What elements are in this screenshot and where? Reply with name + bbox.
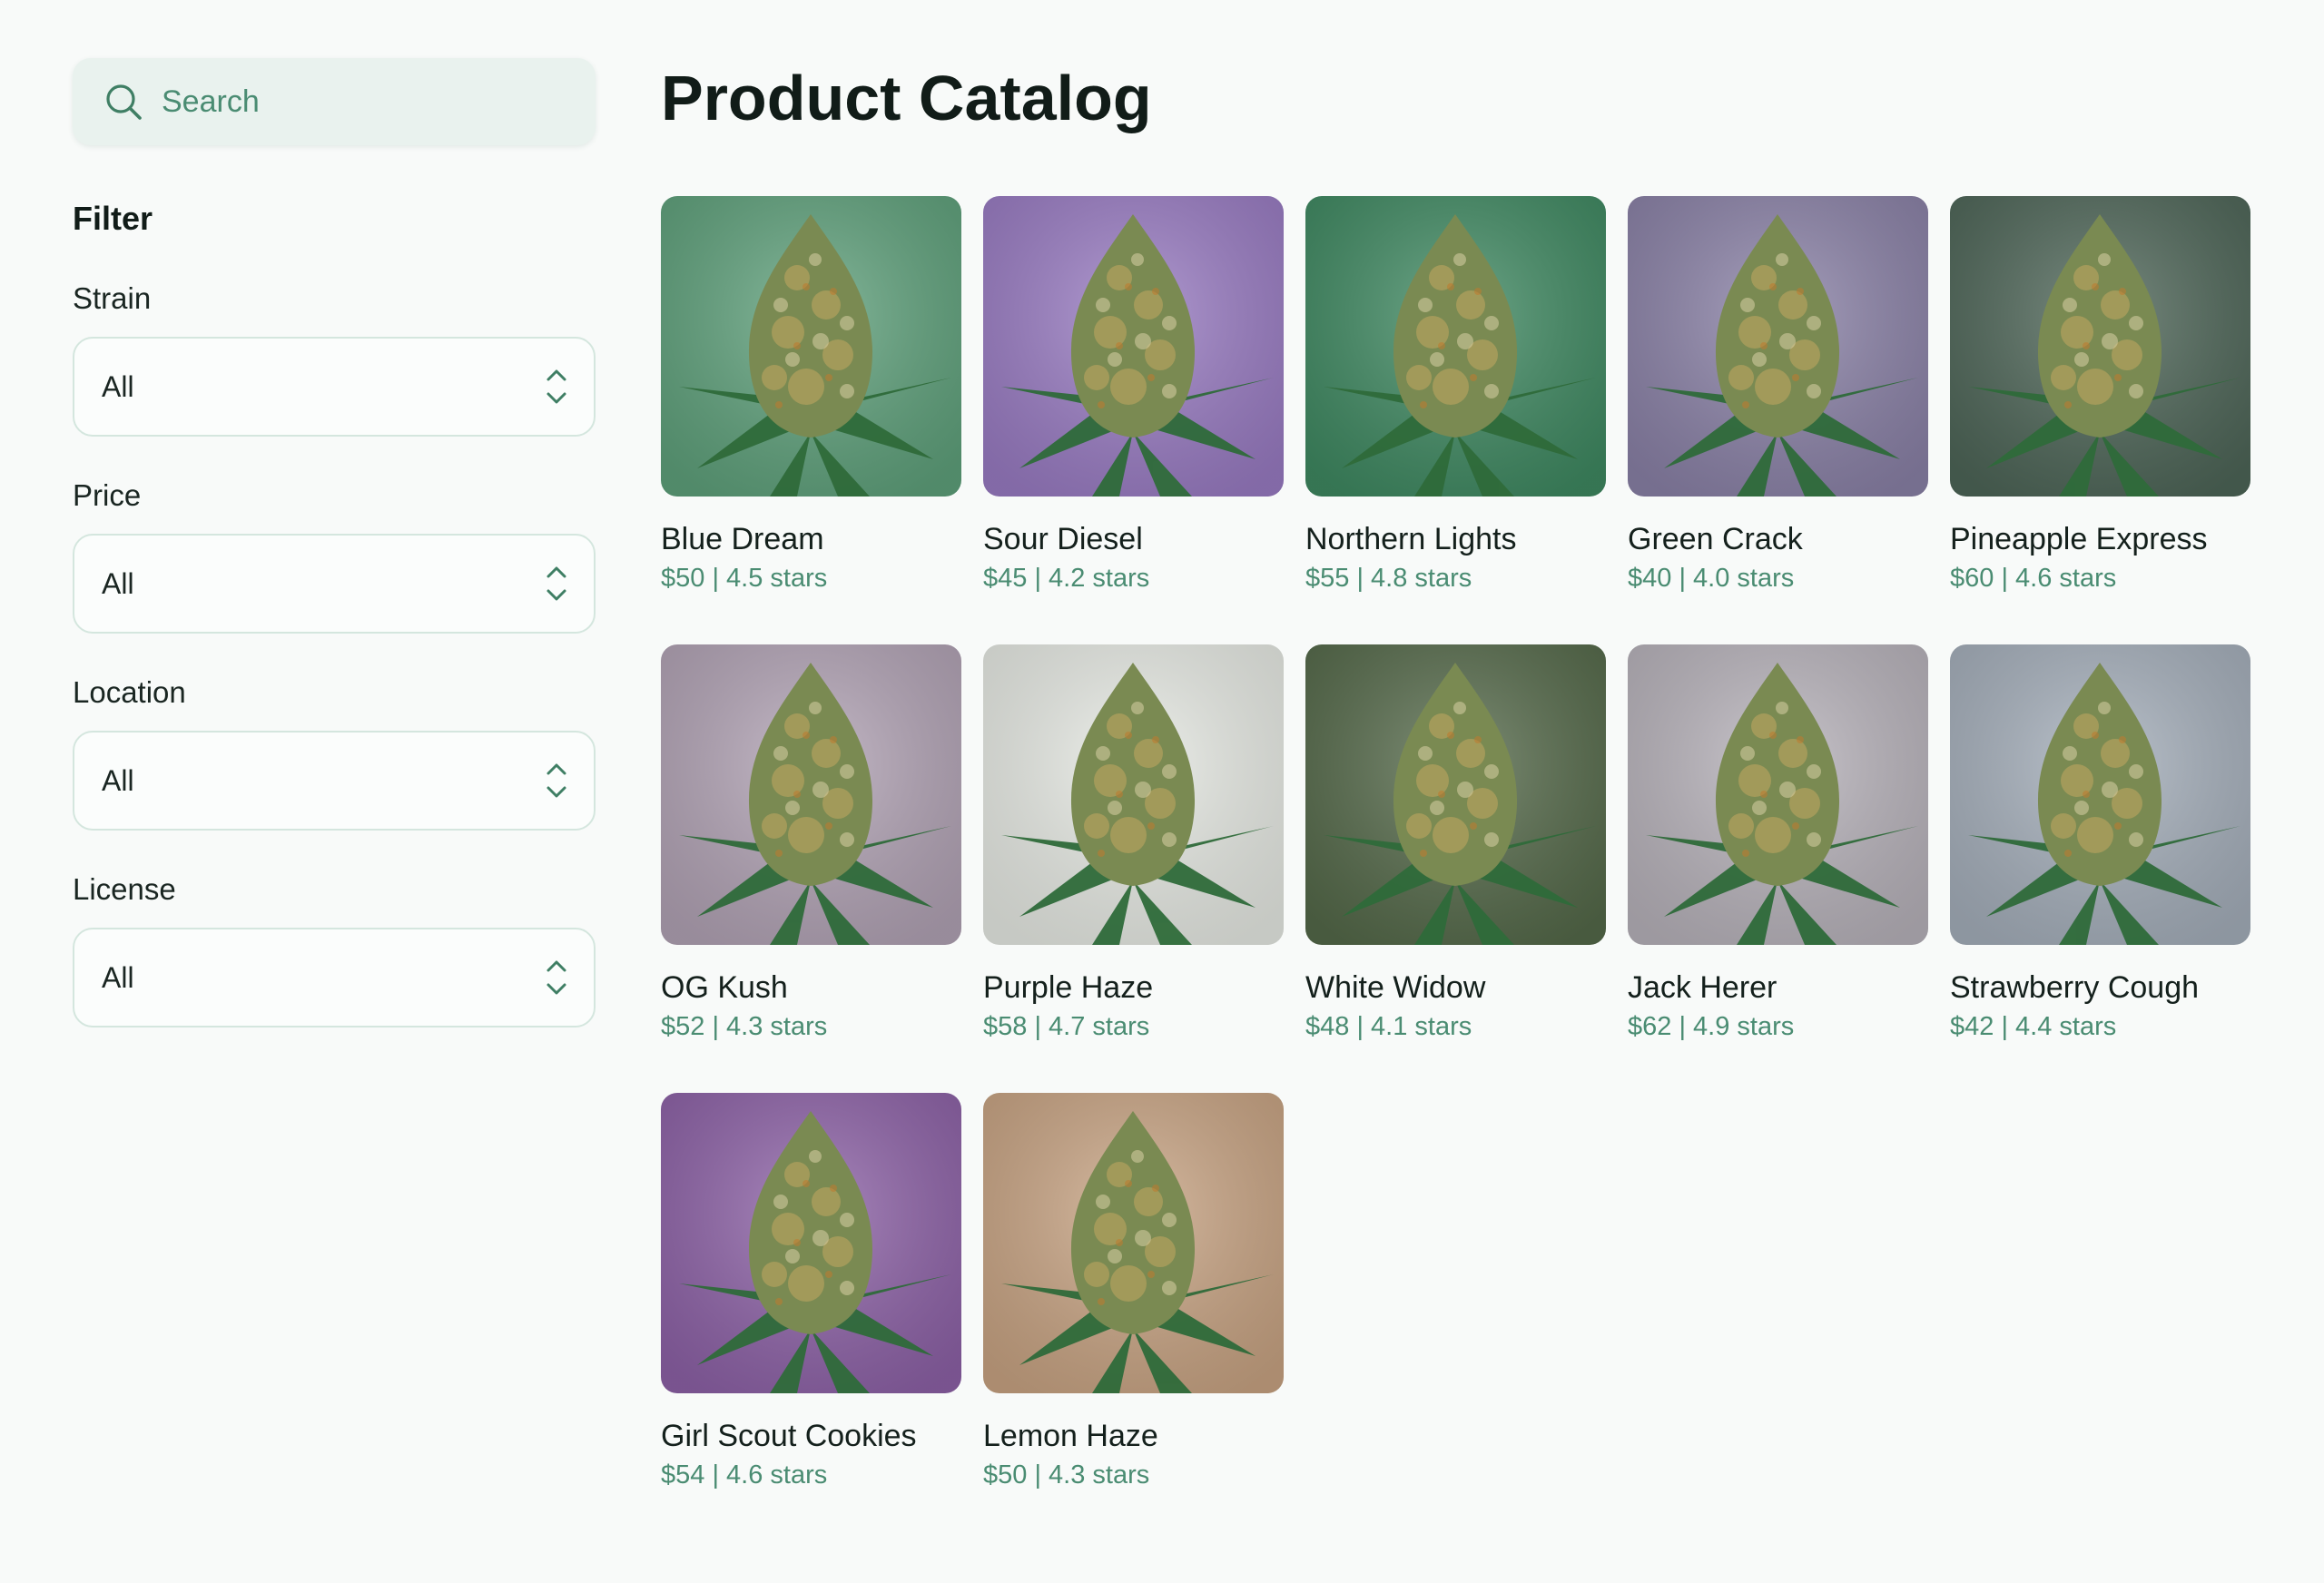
filter-label: Price — [73, 478, 142, 512]
product-name[interactable]: Girl Scout Cookies — [661, 1421, 961, 1451]
product-card[interactable]: Northern Lights $55 | 4.8 stars — [1305, 196, 1606, 644]
product-name[interactable]: Blue Dream — [661, 524, 961, 555]
product-name[interactable]: Lemon Haze — [983, 1421, 1284, 1451]
product-price-rating: $55 | 4.8 stars — [1305, 564, 1472, 593]
plant-illustration — [661, 196, 961, 497]
product-grid: Blue Dream $50 | 4.5 stars Sour Diesel $… — [661, 196, 2250, 1541]
select-value: All — [102, 369, 134, 403]
sidebar: Search Filter Strain All Price All Locat… — [73, 58, 596, 1027]
plant-illustration — [661, 644, 961, 945]
product-name[interactable]: Strawberry Cough — [1950, 972, 2250, 1003]
product-name[interactable]: Purple Haze — [983, 972, 1284, 1003]
product-image[interactable] — [1950, 196, 2250, 497]
filter-group-price: Price All — [73, 480, 596, 634]
product-image[interactable] — [661, 196, 961, 497]
product-price-rating: $40 | 4.0 stars — [1628, 564, 1795, 593]
product-price-rating: $60 | 4.6 stars — [1950, 564, 2117, 593]
product-image[interactable] — [1305, 644, 1606, 945]
product-image[interactable] — [661, 644, 961, 945]
product-price-rating: $58 | 4.7 stars — [983, 1012, 1150, 1041]
plant-illustration — [1628, 644, 1928, 945]
product-card[interactable]: Green Crack $40 | 4.0 stars — [1628, 196, 1928, 644]
location-select[interactable]: All — [73, 731, 596, 831]
filter-label: Strain — [73, 281, 152, 315]
product-name[interactable]: Jack Herer — [1628, 972, 1928, 1003]
product-name[interactable]: Sour Diesel — [983, 524, 1284, 555]
product-image[interactable] — [661, 1093, 961, 1393]
product-card[interactable]: Strawberry Cough $42 | 4.4 stars — [1950, 644, 2250, 1093]
page-title: Product Catalog — [661, 63, 1152, 133]
product-price-rating: $48 | 4.1 stars — [1305, 1012, 1472, 1041]
plant-illustration — [661, 1093, 961, 1393]
product-card[interactable]: Pineapple Express $60 | 4.6 stars — [1950, 196, 2250, 644]
product-price-rating: $50 | 4.3 stars — [983, 1460, 1150, 1490]
select-arrows-icon — [547, 960, 566, 995]
product-price-rating: $54 | 4.6 stars — [661, 1460, 828, 1490]
search-placeholder: Search — [162, 84, 260, 119]
select-arrows-icon — [547, 369, 566, 404]
select-value: All — [102, 566, 134, 600]
product-card[interactable]: Blue Dream $50 | 4.5 stars — [661, 196, 961, 644]
search-icon — [106, 84, 142, 120]
product-image[interactable] — [1628, 196, 1928, 497]
product-image[interactable] — [983, 1093, 1284, 1393]
product-price-rating: $62 | 4.9 stars — [1628, 1012, 1795, 1041]
plant-illustration — [1950, 644, 2250, 945]
select-arrows-icon — [547, 566, 566, 601]
plant-illustration — [1950, 196, 2250, 497]
product-card[interactable]: Girl Scout Cookies $54 | 4.6 stars — [661, 1093, 961, 1541]
strain-select[interactable]: All — [73, 337, 596, 437]
plant-illustration — [1628, 196, 1928, 497]
product-price-rating: $45 | 4.2 stars — [983, 564, 1150, 593]
product-image[interactable] — [1950, 644, 2250, 945]
filter-group-license: License All — [73, 874, 596, 1027]
search-input[interactable]: Search — [73, 58, 596, 145]
filter-label: Location — [73, 675, 186, 709]
product-name[interactable]: Green Crack — [1628, 524, 1928, 555]
select-value: All — [102, 763, 134, 797]
select-value: All — [102, 960, 134, 994]
product-card[interactable]: Lemon Haze $50 | 4.3 stars — [983, 1093, 1284, 1541]
product-name[interactable]: Northern Lights — [1305, 524, 1606, 555]
product-card[interactable]: Sour Diesel $45 | 4.2 stars — [983, 196, 1284, 644]
product-image[interactable] — [983, 644, 1284, 945]
license-select[interactable]: All — [73, 928, 596, 1027]
product-price-rating: $50 | 4.5 stars — [661, 564, 828, 593]
product-image[interactable] — [983, 196, 1284, 497]
product-name[interactable]: White Widow — [1305, 972, 1606, 1003]
plant-illustration — [983, 1093, 1284, 1393]
filter-group-strain: Strain All — [73, 283, 596, 437]
product-price-rating: $42 | 4.4 stars — [1950, 1012, 2117, 1041]
product-card[interactable]: Jack Herer $62 | 4.9 stars — [1628, 644, 1928, 1093]
product-name[interactable]: Pineapple Express — [1950, 524, 2250, 555]
product-image[interactable] — [1305, 196, 1606, 497]
plant-illustration — [1305, 644, 1606, 945]
product-price-rating: $52 | 4.3 stars — [661, 1012, 828, 1041]
plant-illustration — [983, 644, 1284, 945]
product-card[interactable]: OG Kush $52 | 4.3 stars — [661, 644, 961, 1093]
product-image[interactable] — [1628, 644, 1928, 945]
plant-illustration — [983, 196, 1284, 497]
product-card[interactable]: Purple Haze $58 | 4.7 stars — [983, 644, 1284, 1093]
filter-heading: Filter — [73, 200, 153, 237]
plant-illustration — [1305, 196, 1606, 497]
select-arrows-icon — [547, 763, 566, 798]
filter-group-location: Location All — [73, 677, 596, 831]
product-card[interactable]: White Widow $48 | 4.1 stars — [1305, 644, 1606, 1093]
product-name[interactable]: OG Kush — [661, 972, 961, 1003]
price-select[interactable]: All — [73, 534, 596, 634]
filter-label: License — [73, 872, 176, 906]
